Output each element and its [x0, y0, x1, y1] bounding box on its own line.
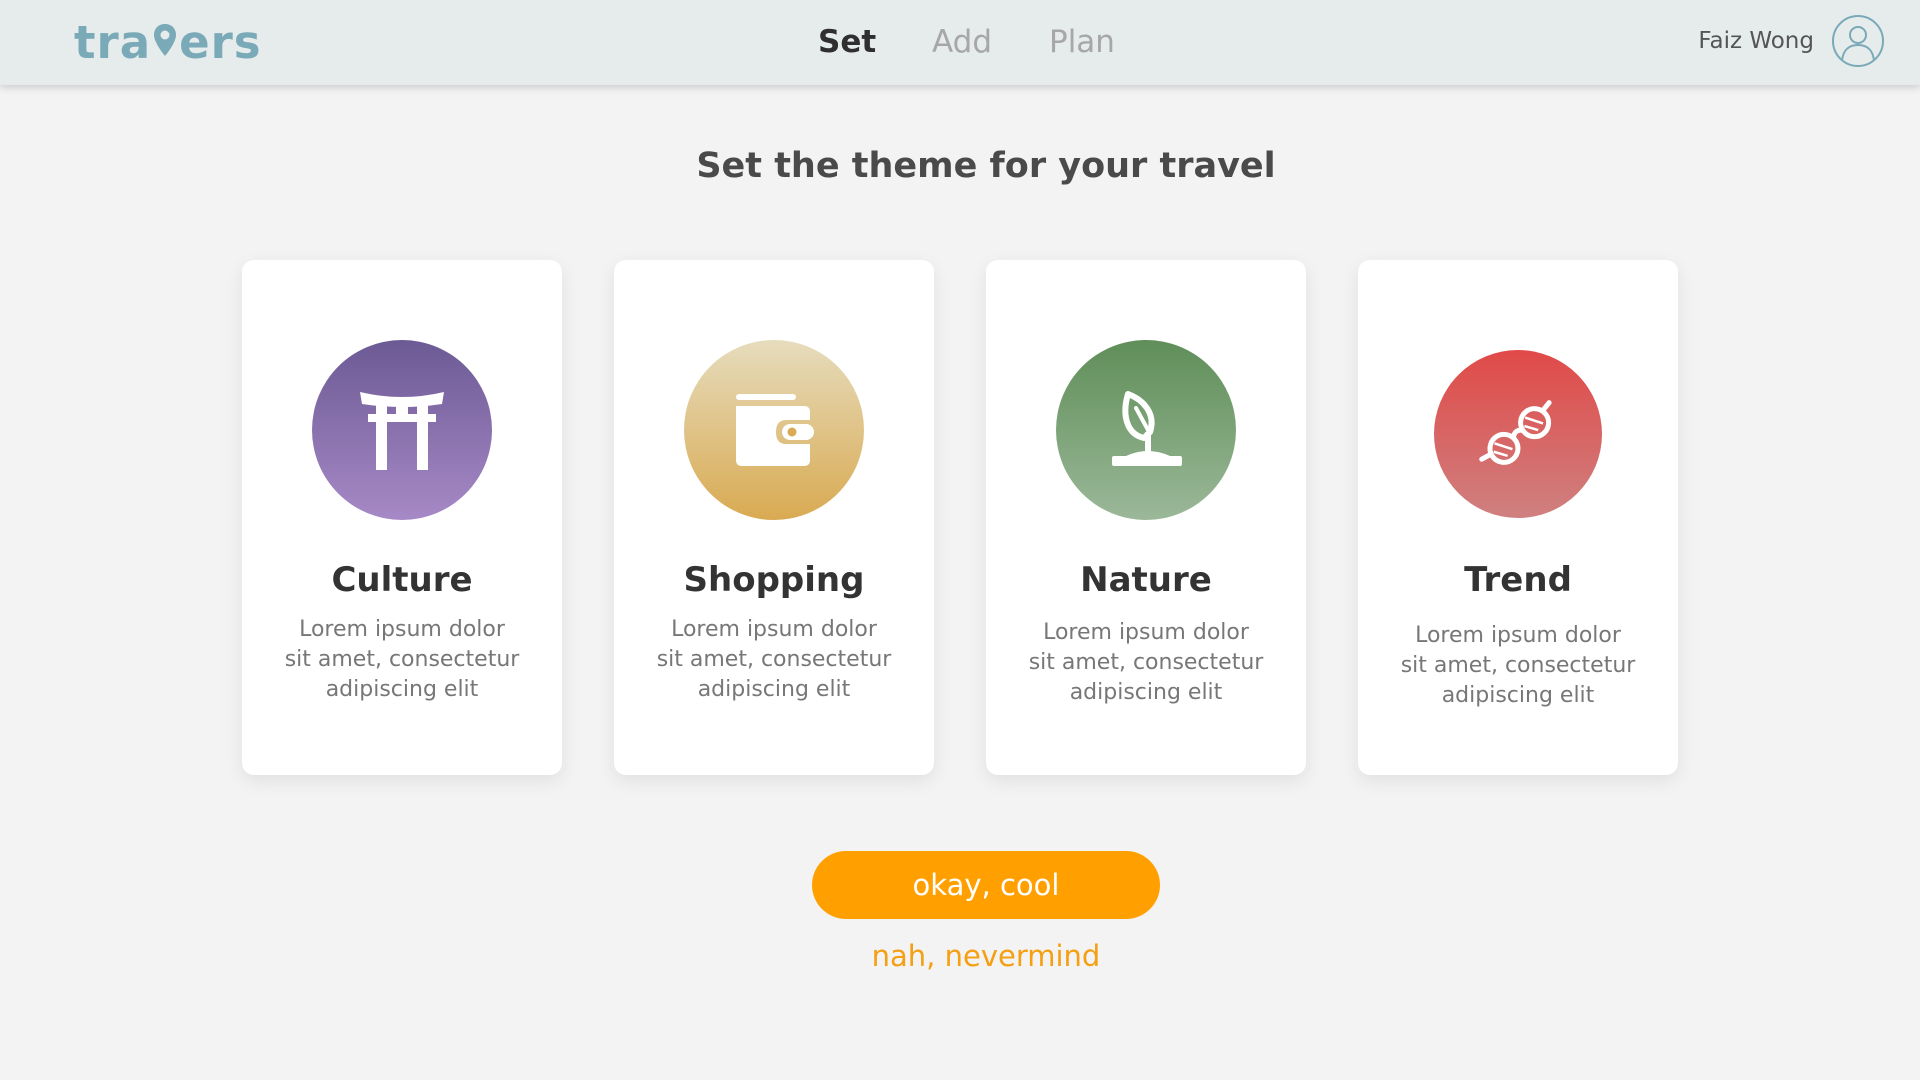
theme-card-shopping[interactable]: Shopping Lorem ipsum dolor sit amet, con… — [614, 260, 934, 775]
theme-description: Lorem ipsum dolor sit amet, consectetur … — [644, 615, 904, 705]
torii-gate-icon — [360, 392, 444, 470]
theme-icon-circle — [1056, 340, 1236, 520]
nav-tab-plan[interactable]: Plan — [1049, 22, 1115, 62]
theme-name: Trend — [1464, 560, 1572, 600]
location-pin-icon — [152, 22, 178, 62]
desc-line: Lorem ipsum dolor — [1415, 623, 1621, 648]
user-menu[interactable]: Faiz Wong — [1698, 15, 1884, 67]
desc-line: Lorem ipsum dolor — [1043, 620, 1249, 645]
user-profile-icon — [1841, 26, 1875, 62]
top-navigation-bar: tra ers Set Add Plan Faiz Wong — [0, 0, 1920, 85]
sprout-icon — [1112, 391, 1182, 466]
desc-line: sit amet, consectetur — [1400, 653, 1636, 678]
theme-card-nature[interactable]: Nature Lorem ipsum dolor sit amet, conse… — [986, 260, 1306, 775]
desc-line: Lorem ipsum dolor — [671, 617, 877, 642]
theme-card-trend[interactable]: Trend Lorem ipsum dolor sit amet, consec… — [1358, 260, 1678, 775]
theme-description: Lorem ipsum dolor sit amet, consectetur … — [1016, 618, 1276, 708]
theme-icon-circle — [1434, 350, 1602, 518]
theme-description: Lorem ipsum dolor sit amet, consectetur … — [272, 615, 532, 705]
theme-name: Shopping — [683, 560, 865, 600]
theme-description: Lorem ipsum dolor sit amet, consectetur … — [1388, 621, 1648, 711]
theme-card-culture[interactable]: Culture Lorem ipsum dolor sit amet, cons… — [242, 260, 562, 775]
logo-text-left: tra — [74, 15, 152, 69]
desc-line: adipiscing elit — [1441, 683, 1595, 708]
desc-line: adipiscing elit — [325, 677, 479, 702]
wallet-icon — [736, 394, 814, 466]
desc-line: sit amet, consectetur — [284, 647, 520, 672]
theme-name: Culture — [331, 560, 473, 600]
travers-logo[interactable]: tra ers — [74, 14, 262, 70]
nav-tab-set[interactable]: Set — [818, 22, 876, 62]
main-nav: Set Add Plan — [0, 0, 1920, 85]
avatar[interactable] — [1832, 15, 1884, 67]
user-name: Faiz Wong — [1698, 28, 1814, 54]
theme-icon-circle — [684, 340, 864, 520]
nav-tab-add[interactable]: Add — [932, 22, 992, 62]
logo-text-right: ers — [179, 15, 262, 69]
cancel-link[interactable]: nah, nevermind — [0, 939, 1920, 973]
desc-line: sit amet, consectetur — [1028, 650, 1264, 675]
confirm-button[interactable]: okay, cool — [812, 851, 1160, 919]
desc-line: adipiscing elit — [1069, 680, 1223, 705]
theme-name: Nature — [1080, 560, 1212, 600]
desc-line: adipiscing elit — [697, 677, 851, 702]
page-title: Set the theme for your travel — [696, 146, 1276, 186]
theme-icon-circle — [312, 340, 492, 520]
desc-line: sit amet, consectetur — [656, 647, 892, 672]
sunglasses-icon — [1479, 400, 1552, 465]
desc-line: Lorem ipsum dolor — [299, 617, 505, 642]
